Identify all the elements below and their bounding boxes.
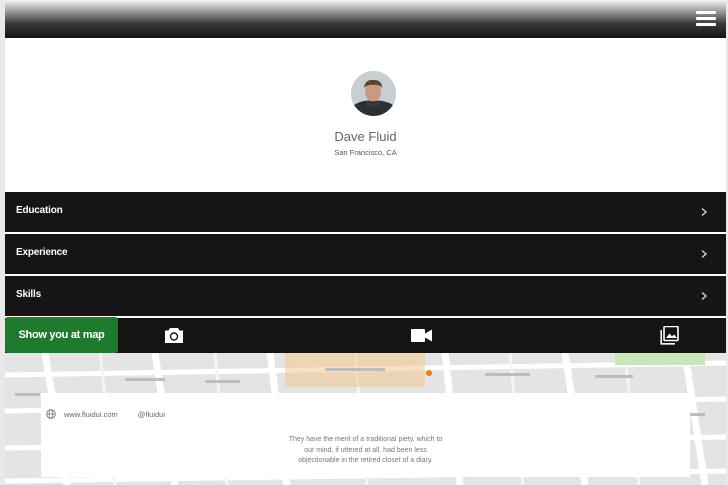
contact-line: www.fluidui.com @fluidui [46, 408, 165, 420]
avatar [351, 71, 396, 116]
photo-library-icon[interactable] [660, 326, 679, 345]
media-toolbar: Show you at map [5, 317, 726, 353]
camera-icon[interactable] [164, 327, 184, 344]
contact-info-card: www.fluidui.com @fluidui They have the m… [41, 393, 690, 477]
menu-item-experience[interactable]: Experience [5, 234, 726, 274]
top-bar [5, 0, 726, 38]
social-handle-link[interactable]: @fluidui [138, 410, 165, 419]
chevron-right-icon [701, 291, 708, 301]
profile-section: Dave Fluid San Francisco, CA [5, 38, 726, 192]
quote-line: They have the merit of a traditional pie… [288, 436, 443, 443]
website-link[interactable]: www.fluidui.com [64, 410, 118, 419]
quote-line: objectionable in the retired closet of a… [298, 457, 433, 464]
menu-item-label: Experience [16, 247, 68, 258]
menu-item-education[interactable]: Education [5, 192, 726, 232]
menu-item-skills[interactable]: Skills [5, 276, 726, 316]
chevron-right-icon [701, 249, 708, 259]
bio-quote: They have the merit of a traditional pie… [41, 435, 690, 467]
menu-item-label: Education [16, 205, 63, 216]
quote-line: our mind, if uttered at all, had been le… [304, 446, 427, 454]
profile-name: Dave Fluid [334, 129, 397, 144]
menu-item-label: Skills [16, 289, 41, 300]
chevron-right-icon [701, 207, 708, 217]
profile-location: San Francisco, CA [334, 148, 397, 157]
show-on-map-button[interactable]: Show you at map [5, 317, 118, 353]
video-camera-icon[interactable] [411, 329, 432, 342]
app-screen: Dave Fluid San Francisco, CA Education E… [5, 0, 726, 485]
globe-icon [46, 409, 56, 419]
hamburger-menu-icon[interactable] [696, 11, 716, 26]
